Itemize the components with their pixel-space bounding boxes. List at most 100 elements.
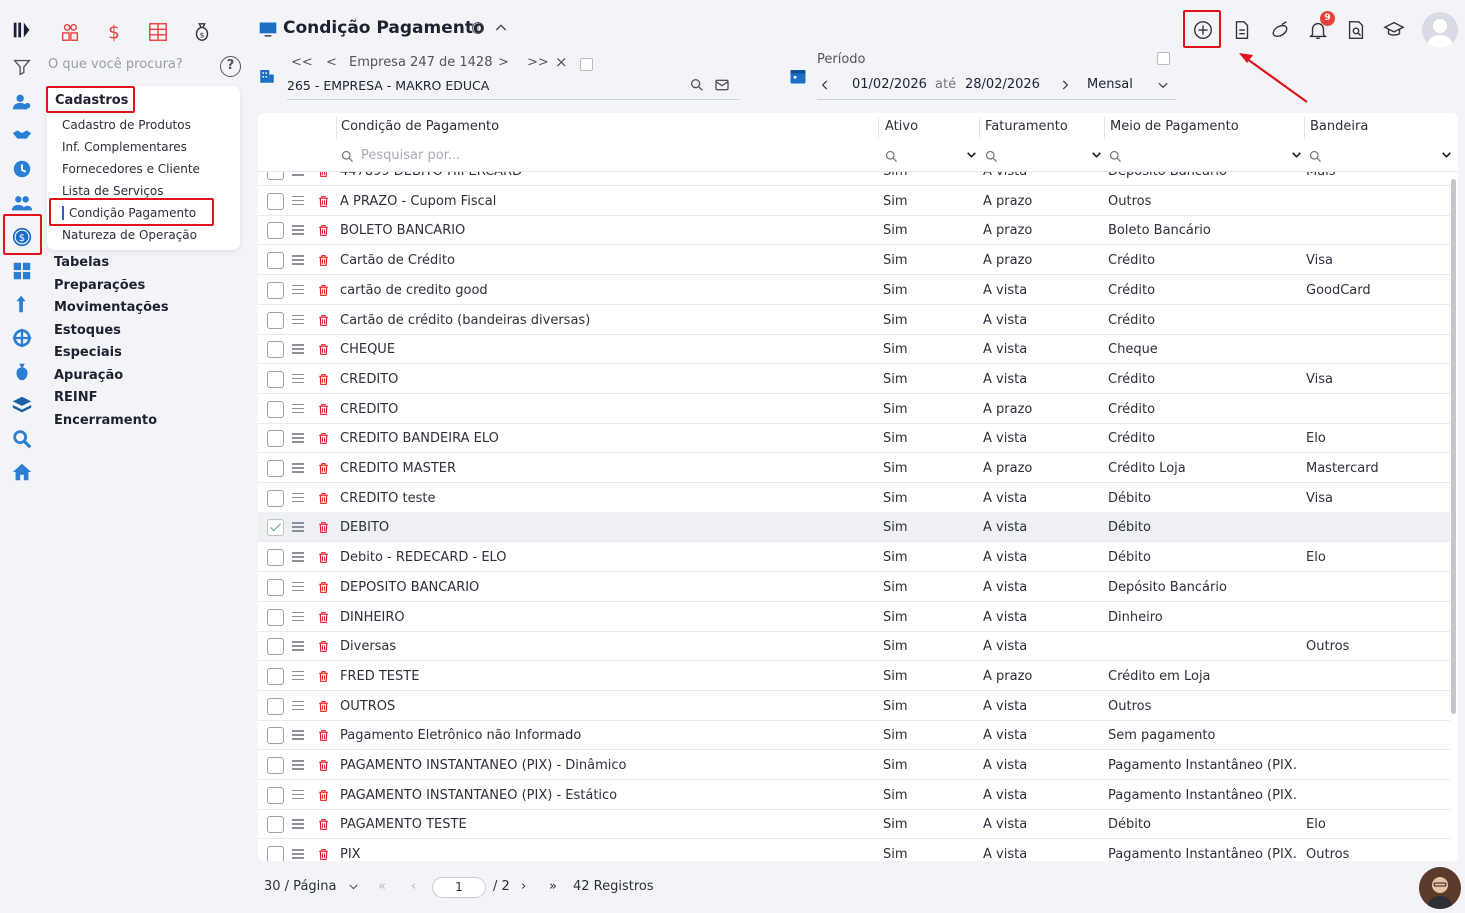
drag-handle-icon[interactable] <box>292 641 304 653</box>
clock-icon[interactable] <box>8 155 36 183</box>
empresa-checkbox[interactable] <box>580 58 593 71</box>
chevron-up-icon[interactable] <box>493 20 509 40</box>
nav-encerramento[interactable]: Encerramento <box>54 413 157 428</box>
per-page-chevron-down-icon[interactable] <box>347 880 360 897</box>
trash-icon[interactable] <box>317 172 330 183</box>
table-row[interactable]: PIX Sim À vista Pagamento Instantâneo (PIX…… <box>258 839 1450 861</box>
row-checkbox[interactable] <box>267 519 284 537</box>
trash-icon[interactable] <box>317 550 330 569</box>
users-icon[interactable] <box>8 189 36 217</box>
row-checkbox[interactable] <box>267 281 284 299</box>
trash-icon[interactable] <box>317 194 330 213</box>
trash-icon[interactable] <box>317 847 330 861</box>
periodo-prev-icon[interactable] <box>818 78 832 96</box>
periodo-mode-chevron-down-icon[interactable] <box>1156 78 1170 96</box>
periodo-start[interactable]: 01/02/2026 <box>852 77 927 92</box>
drag-handle-icon[interactable] <box>292 670 304 683</box>
table-row[interactable]: cartão de credito good Sim À vista Crédito G… <box>258 275 1450 305</box>
drag-handle-icon[interactable] <box>292 849 304 861</box>
next-page-button[interactable]: › <box>521 879 526 894</box>
table-row[interactable]: FRED TESTE Sim À prazo Crédito em Loja <box>258 661 1450 691</box>
first-page-button[interactable]: « <box>378 879 386 894</box>
row-checkbox[interactable] <box>267 608 284 626</box>
table-row[interactable]: PAGAMENTO TESTE Sim À vista Débito Elo <box>258 809 1450 840</box>
drag-handle-icon[interactable] <box>292 789 304 802</box>
faturamento-filter-search-icon[interactable] <box>984 149 999 168</box>
drag-handle-icon[interactable] <box>292 760 304 772</box>
table-row[interactable]: Pagamento Eletrônico não Informado Sim À v… <box>258 720 1450 751</box>
table-row[interactable]: CHEQUE Sim À vista Cheque <box>258 334 1450 365</box>
empresa-search-icon[interactable] <box>689 77 705 97</box>
table-row[interactable]: CREDITO BANDEIRA ELO Sim À vista Crédito Elo <box>258 423 1450 454</box>
column-header-bandeira[interactable]: Bandeira <box>1310 119 1368 134</box>
drag-handle-icon[interactable] <box>292 344 304 356</box>
bandeira-filter-chevron-down-icon[interactable] <box>1440 148 1453 165</box>
row-checkbox[interactable] <box>267 757 284 774</box>
submenu-item-inf-complementares[interactable]: Inf. Complementares <box>62 140 187 154</box>
submenu-item-cadastro-produtos[interactable]: Cadastro de Produtos <box>62 118 191 132</box>
row-checkbox[interactable] <box>267 341 284 359</box>
trash-icon[interactable] <box>317 313 330 332</box>
drag-handle-icon[interactable] <box>292 433 304 445</box>
drag-handle-icon[interactable] <box>292 730 304 742</box>
empresa-name[interactable]: 265 - EMPRESA - MAKRO EDUCA <box>287 78 489 93</box>
nav-movimentacoes[interactable]: Movimentações <box>54 300 169 315</box>
document-icon[interactable] <box>1227 15 1257 45</box>
last-page-button[interactable]: » <box>549 879 557 894</box>
drag-handle-icon[interactable] <box>292 700 304 713</box>
faturamento-filter-chevron-down-icon[interactable] <box>1090 148 1103 165</box>
close-empresa-button[interactable]: × <box>555 53 568 71</box>
table-row[interactable]: Debito - REDECARD - ELO Sim À vista Débito E… <box>258 542 1450 573</box>
layers-icon[interactable] <box>8 391 36 419</box>
row-checkbox[interactable] <box>267 489 284 507</box>
money-bag-icon[interactable] <box>8 358 36 386</box>
column-header-condicao[interactable]: Condição de Pagamento <box>341 119 499 134</box>
nav-tabelas[interactable]: Tabelas <box>54 255 109 270</box>
column-header-faturamento[interactable]: Faturamento <box>985 119 1068 134</box>
row-checkbox[interactable] <box>267 252 284 270</box>
drag-handle-icon[interactable] <box>292 225 304 237</box>
drag-handle-icon[interactable] <box>292 492 304 505</box>
drag-handle-icon[interactable] <box>292 819 304 831</box>
chart-up-icon[interactable] <box>8 290 36 318</box>
submenu-item-natureza-operacao[interactable]: Natureza de Operação <box>62 228 197 242</box>
trash-icon[interactable] <box>317 431 330 450</box>
table-row[interactable]: PAGAMENTO INSTANTÂNEO (PIX) - Dinâmico Si… <box>258 750 1450 780</box>
trash-icon[interactable] <box>317 520 330 539</box>
table-row[interactable]: CREDITO MASTER Sim À prazo Crédito Loja Mast… <box>258 453 1450 483</box>
column-header-ativo[interactable]: Ativo <box>885 119 918 134</box>
table-row[interactable]: Cartão de Crédito Sim À prazo Crédito Visa <box>258 245 1450 276</box>
first-empresa-button[interactable]: << <box>291 55 313 70</box>
bandeira-filter-search-icon[interactable] <box>1308 149 1323 168</box>
table-row[interactable]: A PRAZO - Cupom Fiscal Sim À prazo Outros <box>258 186 1450 216</box>
periodo-checkbox[interactable] <box>1157 52 1170 65</box>
drag-handle-icon[interactable] <box>292 314 304 327</box>
nav-preparacoes[interactable]: Preparações <box>54 278 145 293</box>
satellite-icon[interactable] <box>1265 15 1295 45</box>
trash-icon[interactable] <box>317 580 330 599</box>
trash-icon[interactable] <box>317 758 330 777</box>
row-checkbox[interactable] <box>267 638 284 656</box>
drag-handle-icon[interactable] <box>292 552 304 564</box>
table-row[interactable]: CREDITO Sim À vista Crédito Visa <box>258 364 1450 394</box>
next-empresa-button[interactable]: > <box>498 55 509 70</box>
ativo-filter-chevron-down-icon[interactable] <box>965 148 978 165</box>
assistant-avatar[interactable] <box>1419 867 1461 909</box>
nav-especiais[interactable]: Especiais <box>54 345 122 360</box>
submenu-item-fornecedores-cliente[interactable]: Fornecedores e Cliente <box>62 162 200 176</box>
drag-handle-icon[interactable] <box>292 463 304 475</box>
meio-filter-search-icon[interactable] <box>1108 149 1123 168</box>
filter-icon[interactable] <box>8 53 36 81</box>
trash-icon[interactable] <box>317 461 330 480</box>
trash-icon[interactable] <box>317 372 330 391</box>
table-row[interactable]: CREDITO teste Sim À vista Débito Visa <box>258 483 1450 513</box>
network-icon[interactable] <box>8 324 36 352</box>
nav-reinf[interactable]: REINF <box>54 390 98 405</box>
home-icon[interactable] <box>8 458 36 486</box>
handshake-icon[interactable] <box>8 121 36 149</box>
dollar-module-icon[interactable]: $ <box>100 18 128 46</box>
trash-icon[interactable] <box>317 817 330 836</box>
row-checkbox[interactable] <box>267 400 284 418</box>
filter-search-icon[interactable] <box>340 149 355 168</box>
row-checkbox[interactable] <box>267 172 284 180</box>
